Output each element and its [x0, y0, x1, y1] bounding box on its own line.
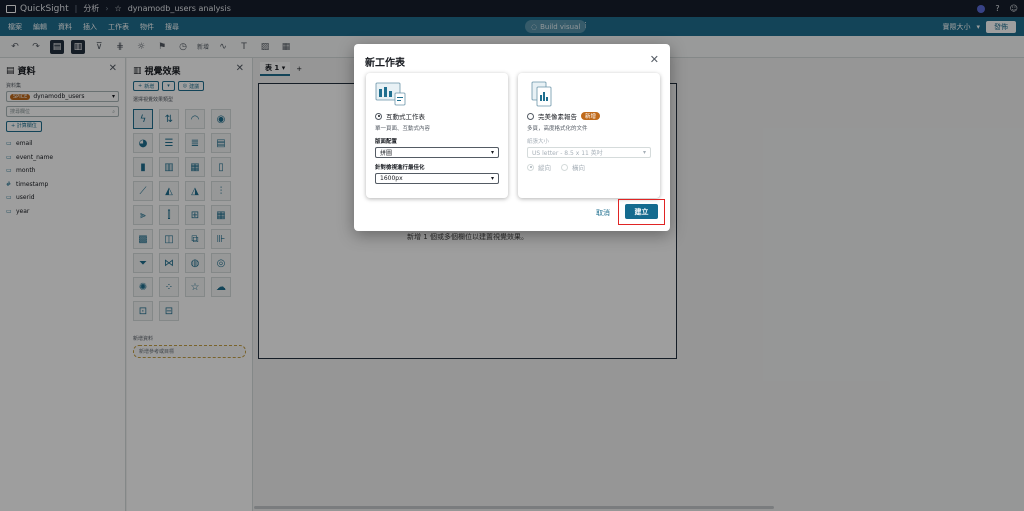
chevron-down-icon: ▾ [642, 149, 646, 156]
optimize-label: 針對檢視進行最佳化 [375, 165, 425, 171]
create-button[interactable]: 建立 [625, 204, 658, 219]
dialog-title: 新工作表 [365, 58, 405, 69]
portrait-radio [527, 163, 534, 171]
interactive-sheet-card[interactable]: 互動式工作表 單一頁面、互動式內容 版面配置 拼圖 ▾ 針對檢視進行最佳化 16… [366, 73, 508, 198]
pixel-perfect-radio[interactable] [527, 112, 534, 120]
layout-label: 版面配置 [375, 139, 398, 145]
new-badge: 新增 [581, 112, 601, 120]
chevron-down-icon: ▾ [490, 175, 494, 182]
interactive-sheet-label: 互動式工作表 [386, 113, 425, 121]
cancel-button[interactable]: 取消 [596, 208, 610, 218]
pixel-perfect-description: 多頁，高度格式化的文件 [527, 126, 588, 132]
portrait-label: 縱向 [538, 164, 551, 172]
pixel-perfect-label: 完美像素報告 [538, 113, 577, 121]
layout-select[interactable]: 拼圖 ▾ [375, 147, 499, 158]
landscape-radio [561, 163, 568, 171]
pixel-perfect-illustration [527, 81, 559, 107]
pixel-perfect-card[interactable]: 完美像素報告 新增 多頁，高度格式化的文件 紙張大小 US letter - 8… [518, 73, 660, 198]
paper-size-select: US letter - 8.5 x 11 英吋 ▾ [527, 147, 651, 158]
landscape-label: 橫向 [572, 164, 585, 172]
close-icon[interactable]: ✕ [650, 53, 659, 66]
paper-size-label: 紙張大小 [527, 139, 550, 145]
optimize-value: 1600px [380, 175, 403, 182]
interactive-sheet-description: 單一頁面、互動式內容 [375, 126, 431, 132]
interactive-sheet-illustration [375, 81, 407, 107]
layout-value: 拼圖 [380, 150, 393, 157]
paper-size-value: US letter - 8.5 x 11 英吋 [532, 150, 603, 157]
orientation-group: 縱向 橫向 [527, 162, 651, 172]
chevron-down-icon: ▾ [490, 149, 494, 156]
optimize-select[interactable]: 1600px ▾ [375, 173, 499, 184]
interactive-sheet-radio[interactable] [375, 112, 382, 120]
